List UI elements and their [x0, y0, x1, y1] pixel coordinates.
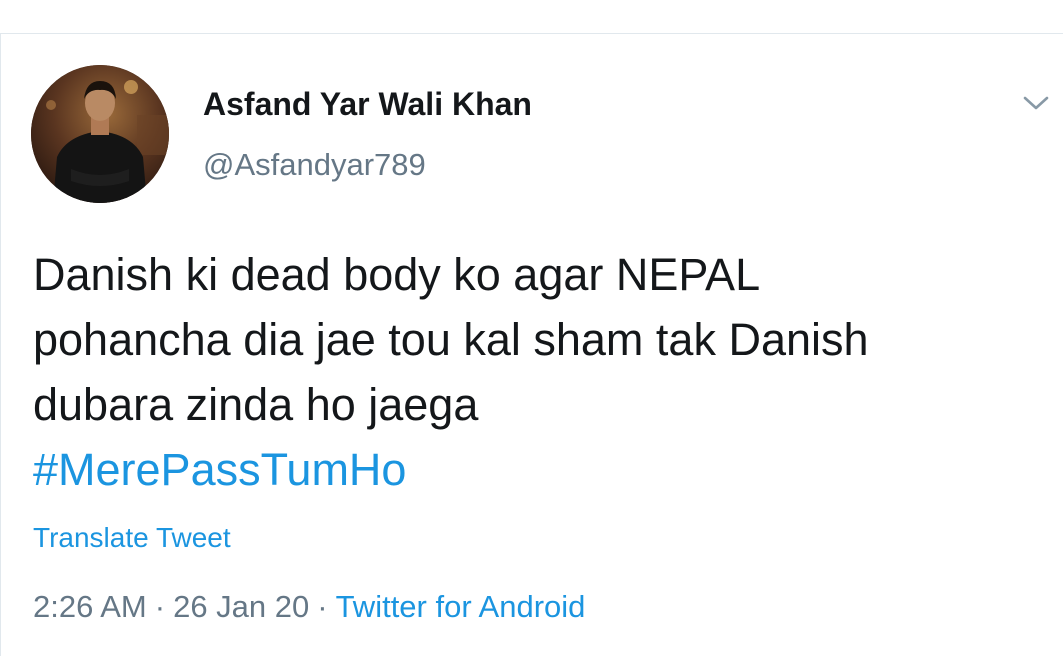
tweet-text: Danish ki dead body ko agar NEPAL pohanc… — [33, 242, 1033, 502]
author-display-name[interactable]: Asfand Yar Wali Khan — [203, 86, 532, 123]
top-divider — [0, 33, 1063, 34]
tweet-source-link[interactable]: Twitter for Android — [336, 589, 586, 624]
tweet-text-line: Danish ki dead body ko agar NEPAL — [33, 249, 761, 300]
left-border — [0, 33, 1, 656]
tweet-text-line: pohancha dia jae tou kal sham tak Danish — [33, 314, 869, 365]
tweet-meta: 2:26 AM · 26 Jan 20 · Twitter for Android — [33, 589, 585, 625]
tweet-date[interactable]: 26 Jan 20 — [173, 589, 309, 624]
meta-separator: · — [317, 589, 328, 624]
meta-separator: · — [154, 589, 166, 624]
profile-photo-icon — [31, 65, 169, 203]
tweet-menu-button[interactable] — [1016, 88, 1056, 118]
translate-tweet-link[interactable]: Translate Tweet — [33, 522, 231, 554]
tweet-time[interactable]: 2:26 AM — [33, 589, 147, 624]
avatar[interactable] — [31, 65, 169, 203]
author-handle[interactable]: @Asfandyar789 — [203, 147, 426, 183]
hashtag-link[interactable]: #MerePassTumHo — [33, 437, 1033, 502]
chevron-down-icon — [1023, 96, 1049, 110]
tweet-text-line: dubara zinda ho jaega — [33, 379, 479, 430]
